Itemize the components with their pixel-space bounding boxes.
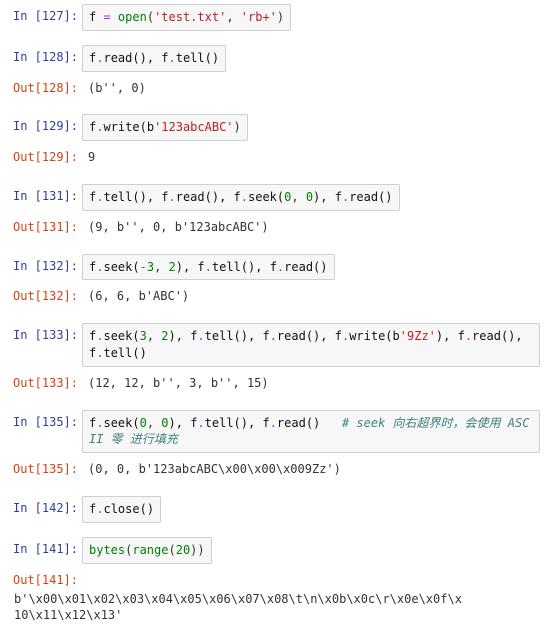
out-prompt: Out[141]: [8,568,82,587]
code-input[interactable]: bytes(range(20)) [82,537,212,564]
out-prompt: Out[128]: [8,76,82,95]
input-cell: In [133]:f.seek(3, 2), f.tell(), f.read(… [8,323,542,367]
out-prompt: Out[131]: [8,215,82,234]
output-text: (9, b'', 0, b'123abcABC') [82,215,275,240]
in-prompt: In [135]: [8,410,82,429]
output-text: (6, 6, b'ABC') [82,284,195,309]
in-prompt: In [141]: [8,537,82,556]
code-input[interactable]: f.seek(0, 0), f.tell(), f.read() # seek … [82,410,540,454]
output-text: (b'', 0) [82,76,152,101]
code-input[interactable]: f.write(b'123abcABC') [82,114,248,141]
output-cell: Out[133]:(12, 12, b'', 3, b'', 15) [8,371,542,396]
input-cell: In [135]:f.seek(0, 0), f.tell(), f.read(… [8,410,542,454]
in-prompt: In [133]: [8,323,82,342]
input-cell: In [127]:f = open('test.txt', 'rb+') [8,4,542,31]
input-cell: In [131]:f.tell(), f.read(), f.seek(0, 0… [8,184,542,211]
out-prompt: Out[132]: [8,284,82,303]
output-cell: Out[135]:(0, 0, b'123abcABC\x00\x00\x009… [8,457,542,482]
out-prompt: Out[135]: [8,457,82,476]
input-cell: In [129]:f.write(b'123abcABC') [8,114,542,141]
in-prompt: In [142]: [8,496,82,515]
in-prompt: In [128]: [8,45,82,64]
output-text: (12, 12, b'', 3, b'', 15) [82,371,275,396]
in-prompt: In [132]: [8,254,82,273]
code-input[interactable]: f.seek(-3, 2), f.tell(), f.read() [82,254,335,281]
in-prompt: In [129]: [8,114,82,133]
in-prompt: In [131]: [8,184,82,203]
out-prompt: Out[129]: [8,145,82,164]
code-input[interactable]: f.tell(), f.read(), f.seek(0, 0), f.read… [82,184,400,211]
notebook-cells: In [127]:f = open('test.txt', 'rb+')In [… [8,4,542,628]
output-text: (0, 0, b'123abcABC\x00\x00\x009Zz') [82,457,347,482]
output-cell: Out[141]:b'\x00\x01\x02\x03\x04\x05\x06\… [8,568,542,629]
output-cell: Out[129]:9 [8,145,542,170]
code-input[interactable]: f.read(), f.tell() [82,45,226,72]
code-input[interactable]: f = open('test.txt', 'rb+') [82,4,291,31]
output-cell: Out[132]:(6, 6, b'ABC') [8,284,542,309]
output-text: 9 [82,145,101,170]
input-cell: In [132]:f.seek(-3, 2), f.tell(), f.read… [8,254,542,281]
output-cell: Out[128]:(b'', 0) [8,76,542,101]
input-cell: In [141]:bytes(range(20)) [8,537,542,564]
out-prompt: Out[133]: [8,371,82,390]
input-cell: In [128]:f.read(), f.tell() [8,45,542,72]
code-input[interactable]: f.seek(3, 2), f.tell(), f.read(), f.writ… [82,323,540,367]
output-text: b'\x00\x01\x02\x03\x04\x05\x06\x07\x08\t… [8,587,470,629]
in-prompt: In [127]: [8,4,82,23]
output-cell: Out[131]:(9, b'', 0, b'123abcABC') [8,215,542,240]
